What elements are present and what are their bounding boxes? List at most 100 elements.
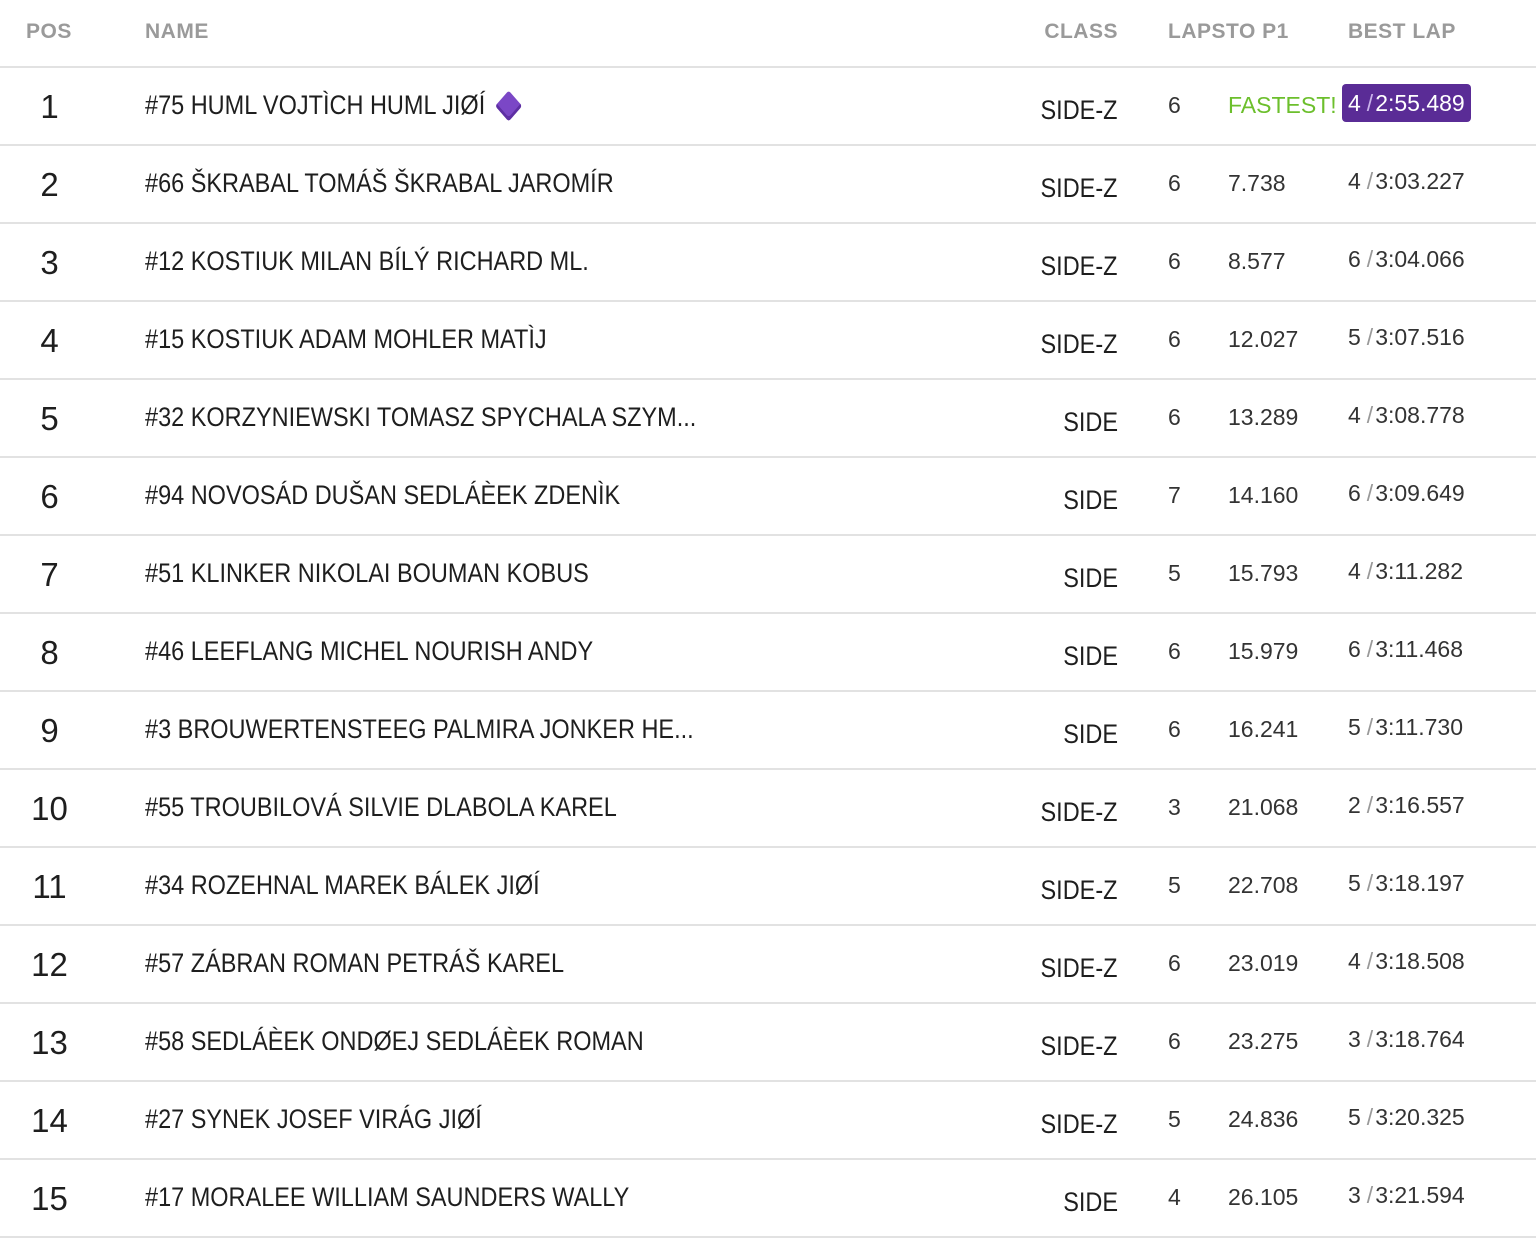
name-cell[interactable]: #32 KORZYNIEWSKI TOMASZ SPYCHALA SZYM... <box>145 402 696 433</box>
laps-cell: 5 <box>1168 560 1181 586</box>
name-cell[interactable]: #3 BROUWERTENSTEEG PALMIRA JONKER HE... <box>145 714 694 745</box>
best-lap-cell: 4/3:11.282 <box>1342 552 1469 590</box>
position-cell: 11 <box>32 868 67 905</box>
laps-cell: 3 <box>1168 794 1181 820</box>
best-lap-cell: 5/3:11.730 <box>1342 708 1469 746</box>
best-lap-separator: / <box>1366 402 1374 428</box>
best-lap-number: 4 <box>1348 948 1361 974</box>
best-lap-cell: 4/3:03.227 <box>1342 162 1471 200</box>
gap-cell: 15.793 <box>1228 560 1299 586</box>
position-cell: 13 <box>31 1024 68 1061</box>
best-lap-time: 3:03.227 <box>1375 168 1465 194</box>
name-cell[interactable]: #51 KLINKER NIKOLAI BOUMAN KOBUS <box>145 558 589 589</box>
best-lap-time: 3:09.649 <box>1375 480 1465 506</box>
best-lap-number: 4 <box>1348 558 1361 584</box>
column-header-pos[interactable]: POS <box>26 20 72 44</box>
best-lap-separator: / <box>1366 792 1374 818</box>
table-row[interactable]: 9 #3 BROUWERTENSTEEG PALMIRA JONKER HE...… <box>0 692 1536 770</box>
position-cell: 2 <box>40 166 59 203</box>
table-row[interactable]: 5 #32 KORZYNIEWSKI TOMASZ SPYCHALA SZYM..… <box>0 380 1536 458</box>
table-row[interactable]: 3 #12 KOSTIUK MILAN BÍLÝ RICHARD ML. SIDE-… <box>0 224 1536 302</box>
name-text: #55 TROUBILOVÁ SILVIE DLABOLA KAREL <box>145 792 617 822</box>
best-lap-number: 2 <box>1348 792 1361 818</box>
table-header: POS NAME CLASS LAPSTO P1 BEST LAP <box>0 0 1536 68</box>
name-text: #57 ZÁBRAN ROMAN PETRÁŠ KAREL <box>145 948 565 978</box>
best-lap-separator: / <box>1366 948 1374 974</box>
name-text: #58 SEDLÁÈEK ONDØEJ SEDLÁÈEK ROMAN <box>145 1026 644 1056</box>
class-cell: SIDE-Z <box>1040 329 1118 359</box>
best-lap-separator: / <box>1366 870 1374 896</box>
laps-cell: 7 <box>1168 482 1181 508</box>
name-cell[interactable]: #34 ROZEHNAL MAREK BÁLEK JIØÍ <box>145 870 540 901</box>
best-lap-number: 3 <box>1348 1182 1361 1208</box>
diamond-icon <box>495 89 523 122</box>
position-cell: 7 <box>40 556 59 593</box>
best-lap-number: 6 <box>1348 246 1361 272</box>
class-cell: SIDE <box>1063 563 1118 593</box>
name-cell[interactable]: #27 SYNEK JOSEF VIRÁG JIØÍ <box>145 1104 482 1135</box>
best-lap-cell: 6/3:09.649 <box>1342 474 1471 512</box>
name-cell[interactable]: #12 KOSTIUK MILAN BÍLÝ RICHARD ML. <box>145 246 589 277</box>
class-cell: SIDE <box>1063 641 1118 671</box>
table-row[interactable]: 13 #58 SEDLÁÈEK ONDØEJ SEDLÁÈEK ROMAN SIDE… <box>0 1004 1536 1082</box>
position-cell: 14 <box>31 1102 68 1139</box>
table-row[interactable]: 6 #94 NOVOSÁD DUŠAN SEDLÁÈEK ZDENÌK SIDE 7 1… <box>0 458 1536 536</box>
best-lap-number: 5 <box>1348 324 1361 350</box>
gap-cell: 23.019 <box>1228 950 1299 976</box>
laps-cell: 6 <box>1168 326 1181 352</box>
class-cell: SIDE-Z <box>1040 1031 1118 1061</box>
name-text: #75 HUML VOJTÌCH HUML JIØÍ <box>145 90 486 120</box>
laps-cell: 6 <box>1168 1028 1181 1054</box>
name-cell[interactable]: #58 SEDLÁÈEK ONDØEJ SEDLÁÈEK ROMAN <box>145 1026 644 1057</box>
table-body: 1 #75 HUML VOJTÌCH HUML JIØÍ SIDE-Z 6 FASTES… <box>0 68 1536 1238</box>
table-row[interactable]: 2 #66 ŠKRABAL TOMÁŠ ŠKRABAL JAROMÍR SIDE-Z… <box>0 146 1536 224</box>
column-header-name[interactable]: NAME <box>145 20 209 44</box>
gap-cell: 26.105 <box>1228 1184 1299 1210</box>
name-cell[interactable]: #55 TROUBILOVÁ SILVIE DLABOLA KAREL <box>145 792 617 823</box>
name-cell[interactable]: #46 LEEFLANG MICHEL NOURISH ANDY <box>145 636 593 667</box>
best-lap-cell: 5/3:07.516 <box>1342 318 1471 356</box>
best-lap-time: 3:11.468 <box>1375 636 1464 662</box>
column-header-class[interactable]: CLASS <box>1044 20 1118 44</box>
table-row[interactable]: 10 #55 TROUBILOVÁ SILVIE DLABOLA KAREL SID… <box>0 770 1536 848</box>
gap-cell: 23.275 <box>1228 1028 1299 1054</box>
gap-cell: 22.708 <box>1228 872 1299 898</box>
table-row[interactable]: 7 #51 KLINKER NIKOLAI BOUMAN KOBUS SIDE 5 15… <box>0 536 1536 614</box>
name-cell[interactable]: #66 ŠKRABAL TOMÁŠ ŠKRABAL JAROMÍR <box>145 168 614 199</box>
best-lap-number: 4 <box>1348 168 1361 194</box>
best-lap-time: 3:21.594 <box>1375 1182 1465 1208</box>
name-cell[interactable]: #94 NOVOSÁD DUŠAN SEDLÁÈEK ZDENÌK <box>145 480 620 511</box>
name-text: #15 KOSTIUK ADAM MOHLER MATÌJ <box>145 324 547 354</box>
gap-cell: 16.241 <box>1228 716 1299 742</box>
best-lap-time: 3:11.730 <box>1375 714 1464 740</box>
name-cell[interactable]: #57 ZÁBRAN ROMAN PETRÁŠ KAREL <box>145 948 564 979</box>
best-lap-time: 3:08.778 <box>1375 402 1465 428</box>
table-row[interactable]: 8 #46 LEEFLANG MICHEL NOURISH ANDY SIDE 6 15… <box>0 614 1536 692</box>
laps-cell: 5 <box>1168 1106 1181 1132</box>
name-cell[interactable]: #17 MORALEE WILLIAM SAUNDERS WALLY <box>145 1182 629 1213</box>
column-header-best-lap[interactable]: BEST LAP <box>1348 20 1456 44</box>
name-cell[interactable]: #75 HUML VOJTÌCH HUML JIØÍ <box>145 89 523 122</box>
position-cell: 5 <box>40 400 59 437</box>
name-cell[interactable]: #15 KOSTIUK ADAM MOHLER MATÌJ <box>145 324 547 355</box>
best-lap-time: 3:18.508 <box>1375 948 1465 974</box>
gap-cell: 24.836 <box>1228 1106 1299 1132</box>
class-cell: SIDE <box>1063 719 1118 749</box>
table-row[interactable]: 12 #57 ZÁBRAN ROMAN PETRÁŠ KAREL SIDE-Z 6 23… <box>0 926 1536 1004</box>
name-text: #51 KLINKER NIKOLAI BOUMAN KOBUS <box>145 558 589 588</box>
table-row[interactable]: 14 #27 SYNEK JOSEF VIRÁG JIØÍ SIDE-Z 5 24.83… <box>0 1082 1536 1160</box>
best-lap-number: 6 <box>1348 636 1361 662</box>
table-row[interactable]: 15 #17 MORALEE WILLIAM SAUNDERS WALLY SIDE… <box>0 1160 1536 1238</box>
table-row[interactable]: 4 #15 KOSTIUK ADAM MOHLER MATÌJ SIDE-Z 6 12.… <box>0 302 1536 380</box>
best-lap-time: 2:55.489 <box>1375 90 1465 116</box>
best-lap-time: 3:11.282 <box>1375 558 1464 584</box>
table-row[interactable]: 1 #75 HUML VOJTÌCH HUML JIØÍ SIDE-Z 6 FASTES… <box>0 68 1536 146</box>
class-cell: SIDE <box>1063 1187 1118 1217</box>
best-lap-cell: 4/3:18.508 <box>1342 942 1471 980</box>
best-lap-separator: / <box>1366 636 1374 662</box>
column-header-laps-to-p1[interactable]: LAPSTO P1 <box>1168 20 1289 44</box>
table-row[interactable]: 11 #34 ROZEHNAL MAREK BÁLEK JIØÍ SIDE-Z 5 22… <box>0 848 1536 926</box>
laps-cell: 6 <box>1168 716 1181 742</box>
name-text: #46 LEEFLANG MICHEL NOURISH ANDY <box>145 636 594 666</box>
gap-cell: 15.979 <box>1228 638 1299 664</box>
